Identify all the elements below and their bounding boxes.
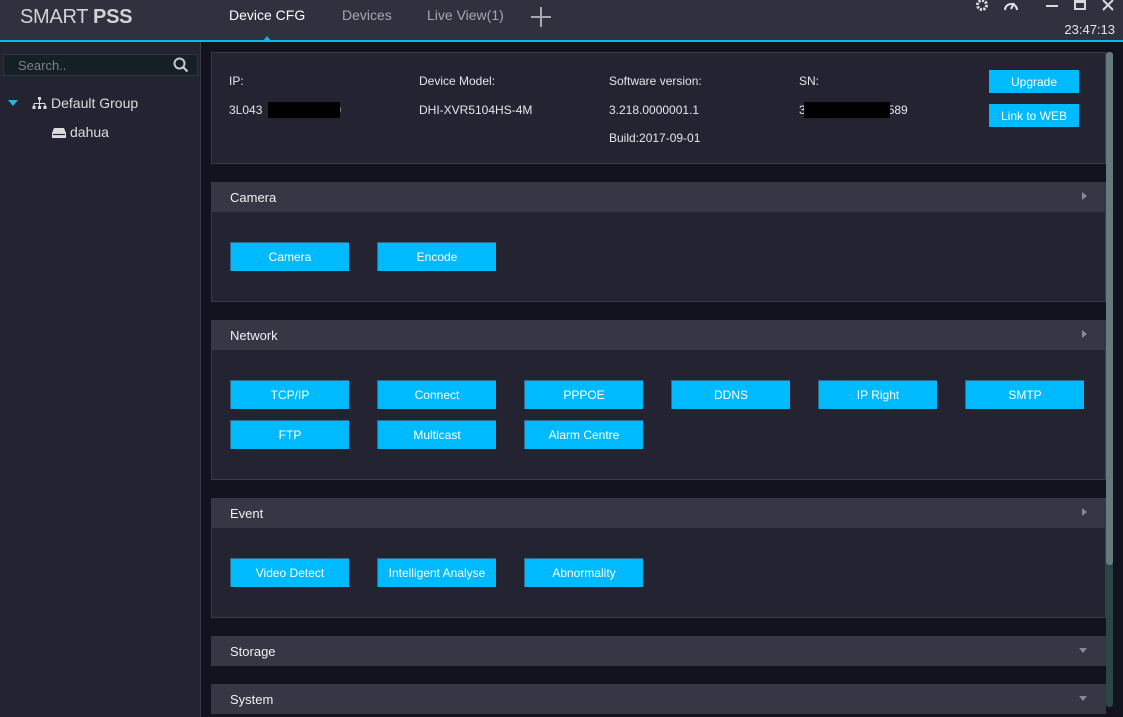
config-panel: IP: 3L0439 Device Model: DHI-XVR5104HS-4… — [201, 42, 1123, 717]
section-title: Camera — [230, 190, 277, 205]
encode-button[interactable]: Encode — [377, 242, 496, 271]
tcpip-button[interactable]: TCP/IP — [230, 380, 349, 409]
search-box — [3, 54, 198, 76]
section-header-event[interactable]: Event — [211, 498, 1106, 528]
device-tree-sidebar: Default Group dahua — [0, 42, 201, 717]
expand-icon[interactable] — [8, 100, 18, 106]
section-body-camera: Camera Encode — [211, 212, 1106, 302]
section-body-network: TCP/IP Connect PPPOE DDNS IP Right SMTP … — [211, 350, 1106, 480]
minimize-icon[interactable] — [1043, 0, 1061, 16]
upgrade-button[interactable]: Upgrade — [989, 70, 1079, 93]
gear-icon[interactable] — [973, 0, 991, 16]
link-to-web-button[interactable]: Link to WEB — [989, 104, 1079, 127]
tab-device-cfg[interactable]: Device CFG — [229, 7, 305, 23]
title-bar: SMART PSS Device CFG Devices Live View(1… — [0, 0, 1123, 41]
device-label: dahua — [70, 124, 109, 140]
smtp-button[interactable]: SMTP — [965, 380, 1084, 409]
tree-item-device[interactable]: dahua — [51, 124, 109, 140]
search-input[interactable] — [18, 57, 168, 73]
multicast-button[interactable]: Multicast — [377, 420, 496, 449]
collapse-arrow-icon[interactable] — [1082, 330, 1087, 338]
section-header-network[interactable]: Network — [211, 320, 1106, 350]
sn-label: SN: — [799, 74, 820, 88]
expand-arrow-icon[interactable] — [1079, 648, 1087, 653]
collapse-arrow-icon[interactable] — [1082, 508, 1087, 516]
section-header-system[interactable]: System — [211, 684, 1106, 714]
section-title: Storage — [230, 644, 276, 659]
abnormality-button[interactable]: Abnormality — [524, 558, 643, 587]
section-body-event: Video Detect Intelligent Analyse Abnorma… — [211, 528, 1106, 618]
group-icon — [32, 96, 47, 110]
intelligent-analyse-button[interactable]: Intelligent Analyse — [377, 558, 496, 587]
tab-live-view[interactable]: Live View(1) — [427, 7, 504, 23]
camera-button[interactable]: Camera — [230, 242, 349, 271]
section-title: Event — [230, 506, 264, 521]
ip-label: IP: — [229, 74, 244, 88]
expand-arrow-icon[interactable] — [1079, 696, 1087, 701]
ip-right-button[interactable]: IP Right — [818, 380, 937, 409]
build-date: Build:2017-09-01 — [609, 131, 701, 145]
ddns-button[interactable]: DDNS — [671, 380, 790, 409]
section-title: Network — [230, 328, 278, 343]
device-info-panel: IP: 3L0439 Device Model: DHI-XVR5104HS-4… — [211, 52, 1106, 164]
pppoe-button[interactable]: PPPOE — [524, 380, 643, 409]
video-detect-button[interactable]: Video Detect — [230, 558, 349, 587]
collapse-arrow-icon[interactable] — [1082, 192, 1087, 200]
section-header-storage[interactable]: Storage — [211, 636, 1106, 666]
redaction-bar — [804, 102, 890, 118]
ftp-button[interactable]: FTP — [230, 420, 349, 449]
speedometer-icon[interactable] — [1002, 0, 1020, 16]
model-value: DHI-XVR5104HS-4M — [419, 103, 533, 117]
group-label: Default Group — [51, 95, 139, 111]
app-logo: SMART PSS — [20, 6, 133, 28]
connect-button[interactable]: Connect — [377, 380, 496, 409]
search-icon[interactable] — [173, 57, 189, 73]
scrollbar-thumb[interactable] — [1106, 52, 1113, 565]
close-icon[interactable] — [1099, 0, 1117, 16]
alarm-centre-button[interactable]: Alarm Centre — [524, 420, 643, 449]
clock: 23:47:13 — [1064, 22, 1115, 37]
add-tab-icon[interactable] — [530, 6, 552, 28]
redaction-bar — [268, 102, 340, 118]
section-header-camera[interactable]: Camera — [211, 182, 1106, 212]
scrollbar[interactable] — [1106, 52, 1113, 707]
tab-devices[interactable]: Devices — [342, 7, 392, 23]
tree-item-default-group[interactable]: Default Group — [8, 95, 138, 111]
software-version-label: Software version: — [609, 74, 702, 88]
section-title: System — [230, 692, 274, 707]
device-icon — [51, 126, 67, 138]
software-version-value: 3.218.0000001.1 — [609, 103, 700, 117]
model-label: Device Model: — [419, 74, 496, 88]
maximize-icon[interactable] — [1071, 0, 1089, 16]
